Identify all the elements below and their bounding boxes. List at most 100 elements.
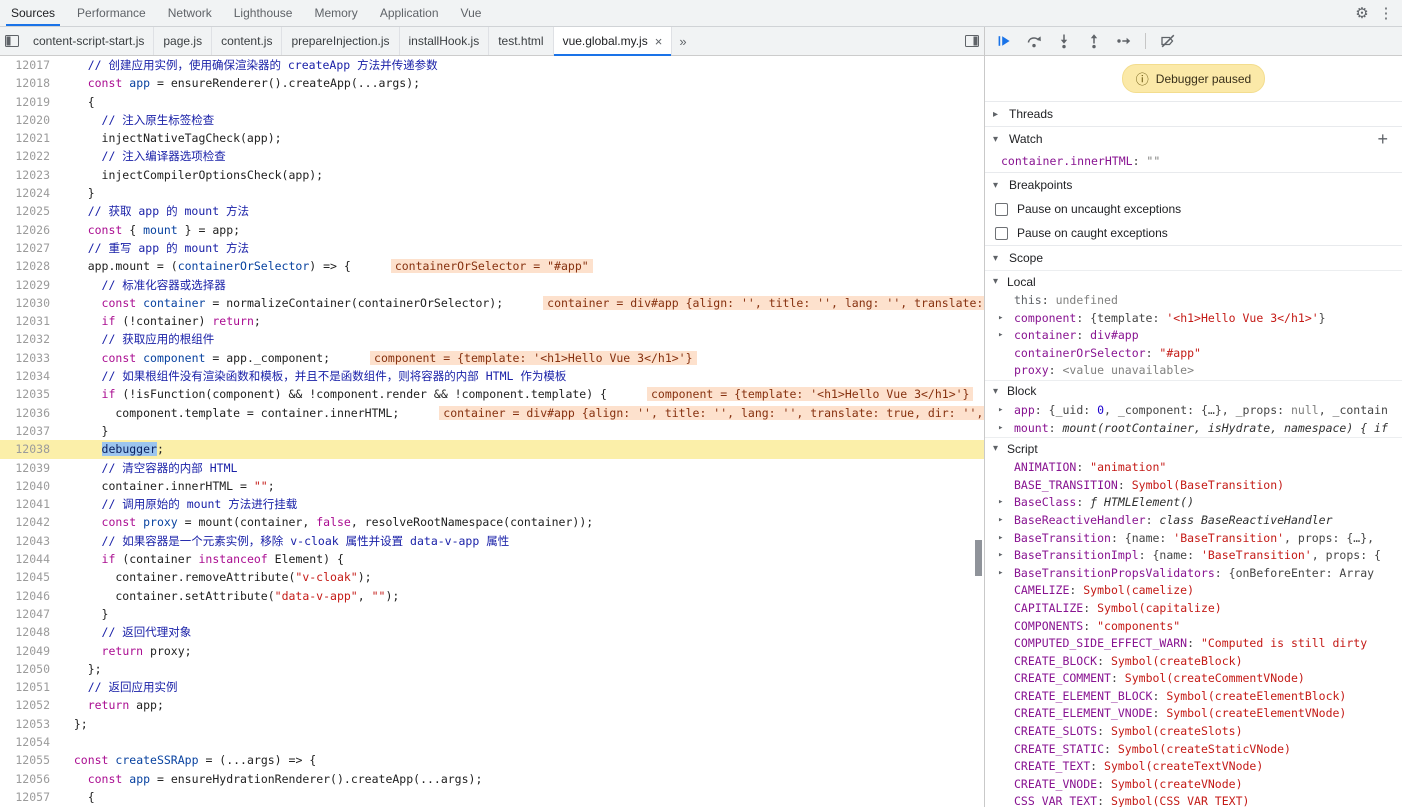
scope-item[interactable]: ▸container: div#app (985, 327, 1402, 345)
expand-arrow-icon[interactable]: ▸ (998, 310, 1003, 328)
add-watch-expression-button[interactable]: + (1377, 130, 1394, 148)
scope-item[interactable]: this: undefined (985, 292, 1402, 310)
scope-item[interactable]: CREATE_STATIC: Symbol(createStaticVNode) (985, 741, 1402, 759)
line-number[interactable]: 12033 (0, 349, 60, 367)
scope-item[interactable]: CREATE_VNODE: Symbol(createVNode) (985, 776, 1402, 794)
scope-item[interactable]: ▸app: {_uid: 0, _component: {…}, _props:… (985, 402, 1402, 420)
scope-group-block[interactable]: ▾Block (985, 380, 1402, 402)
line-number[interactable]: 12047 (0, 605, 60, 623)
step-into-button[interactable] (1050, 29, 1077, 53)
resume-script-button[interactable] (990, 29, 1017, 53)
scope-item[interactable]: ▸BaseTransition: {name: 'BaseTransition'… (985, 530, 1402, 548)
line-number[interactable]: 12050 (0, 660, 60, 678)
settings-gear-icon[interactable]: ⚙ (1350, 1, 1374, 25)
main-tab-sources[interactable]: Sources (0, 0, 66, 26)
line-number[interactable]: 12042 (0, 513, 60, 531)
file-tab[interactable]: installHook.js (400, 27, 490, 55)
main-tab-network[interactable]: Network (157, 0, 223, 26)
line-number[interactable]: 12020 (0, 111, 60, 129)
scope-item[interactable]: CSS_VAR_TEXT: Symbol(CSS_VAR_TEXT) (985, 793, 1402, 807)
scope-item[interactable]: ▸BaseReactiveHandler: class BaseReactive… (985, 512, 1402, 530)
scope-item[interactable]: CREATE_SLOTS: Symbol(createSlots) (985, 723, 1402, 741)
line-number[interactable]: 12048 (0, 623, 60, 641)
checkbox-0[interactable] (995, 203, 1008, 216)
scope-item[interactable]: CREATE_TEXT: Symbol(createTextVNode) (985, 758, 1402, 776)
line-number[interactable]: 12017 (0, 56, 60, 74)
line-number[interactable]: 12035 (0, 385, 60, 403)
line-number[interactable]: 12026 (0, 221, 60, 239)
main-tab-memory[interactable]: Memory (303, 0, 368, 26)
scope-item[interactable]: COMPONENTS: "components" (985, 618, 1402, 636)
line-number[interactable]: 12049 (0, 642, 60, 660)
line-number[interactable]: 12036 (0, 404, 60, 422)
line-number[interactable]: 12043 (0, 532, 60, 550)
watch-section-header[interactable]: ▾ Watch + (985, 126, 1402, 151)
scope-item[interactable]: ▸BaseTransitionImpl: {name: 'BaseTransit… (985, 547, 1402, 565)
line-number[interactable]: 12044 (0, 550, 60, 568)
line-number[interactable]: 12054 (0, 733, 60, 751)
breakpoints-section-header[interactable]: ▾ Breakpoints (985, 172, 1402, 197)
line-number[interactable]: 12019 (0, 93, 60, 111)
threads-section-header[interactable]: ▸ Threads (985, 101, 1402, 126)
more-options-menu-icon[interactable]: ⋮ (1374, 1, 1398, 25)
scope-item[interactable]: CREATE_ELEMENT_BLOCK: Symbol(createEleme… (985, 688, 1402, 706)
scope-group-script[interactable]: ▾Script (985, 437, 1402, 459)
scope-item[interactable]: ▸component: {template: '<h1>Hello Vue 3<… (985, 310, 1402, 328)
line-number[interactable]: 12041 (0, 495, 60, 513)
line-number[interactable]: 12046 (0, 587, 60, 605)
file-tab[interactable]: vue.global.my.js× (554, 27, 673, 55)
line-number[interactable]: 12037 (0, 422, 60, 440)
line-number[interactable]: 12021 (0, 129, 60, 147)
line-number[interactable]: 12023 (0, 166, 60, 184)
scope-item[interactable]: BASE_TRANSITION: Symbol(BaseTransition) (985, 477, 1402, 495)
checkbox-1[interactable] (995, 227, 1008, 240)
line-number[interactable]: 12056 (0, 770, 60, 788)
line-number[interactable]: 12031 (0, 312, 60, 330)
line-number[interactable]: 12057 (0, 788, 60, 806)
line-number[interactable]: 12022 (0, 147, 60, 165)
step-out-button[interactable] (1080, 29, 1107, 53)
main-tab-application[interactable]: Application (369, 0, 450, 26)
scope-item[interactable]: COMPUTED_SIDE_EFFECT_WARN: "Computed is … (985, 635, 1402, 653)
scope-item[interactable]: ▸BaseClass: ƒ HTMLElement() (985, 494, 1402, 512)
line-number[interactable]: 12051 (0, 678, 60, 696)
main-tab-vue[interactable]: Vue (450, 0, 493, 26)
file-tab[interactable]: page.js (154, 27, 212, 55)
expand-arrow-icon[interactable]: ▸ (998, 512, 1003, 530)
line-number[interactable]: 12029 (0, 276, 60, 294)
file-tab[interactable]: content-script-start.js (24, 27, 154, 55)
deactivate-breakpoints-button[interactable] (1154, 29, 1181, 53)
main-tab-performance[interactable]: Performance (66, 0, 157, 26)
line-number[interactable]: 12040 (0, 477, 60, 495)
step-over-button[interactable] (1020, 29, 1047, 53)
line-number[interactable]: 12018 (0, 74, 60, 92)
step-button[interactable] (1110, 29, 1137, 53)
scope-item[interactable]: CREATE_COMMENT: Symbol(createCommentVNod… (985, 670, 1402, 688)
expand-arrow-icon[interactable]: ▸ (998, 327, 1003, 345)
expand-arrow-icon[interactable]: ▸ (998, 565, 1003, 583)
watch-expression[interactable]: container.innerHTML: "" (985, 151, 1402, 172)
scope-group-local[interactable]: ▾Local (985, 270, 1402, 292)
expand-arrow-icon[interactable]: ▸ (998, 530, 1003, 548)
scope-item[interactable]: CAPITALIZE: Symbol(capitalize) (985, 600, 1402, 618)
scope-item[interactable]: ANIMATION: "animation" (985, 459, 1402, 477)
scope-item[interactable]: CREATE_ELEMENT_VNODE: Symbol(createEleme… (985, 705, 1402, 723)
scope-item[interactable]: CAMELIZE: Symbol(camelize) (985, 582, 1402, 600)
line-number[interactable]: 12038 (0, 440, 60, 458)
scope-section-header[interactable]: ▾ Scope (985, 245, 1402, 270)
line-number[interactable]: 12053 (0, 715, 60, 733)
file-tab[interactable]: test.html (489, 27, 553, 55)
code-editor[interactable]: 12017 // 创建应用实例，使用确保渲染器的 createApp 方法并传递… (0, 56, 984, 807)
more-tabs-chevron[interactable]: » (672, 27, 693, 55)
line-number[interactable]: 12032 (0, 330, 60, 348)
line-number[interactable]: 12028 (0, 257, 60, 275)
line-number[interactable]: 12045 (0, 568, 60, 586)
main-tab-lighthouse[interactable]: Lighthouse (223, 0, 304, 26)
expand-arrow-icon[interactable]: ▸ (998, 402, 1003, 420)
expand-arrow-icon[interactable]: ▸ (998, 547, 1003, 565)
toggle-navigator-icon[interactable] (0, 29, 24, 53)
scope-item[interactable]: proxy: <value unavailable> (985, 362, 1402, 380)
expand-arrow-icon[interactable]: ▸ (998, 420, 1003, 438)
line-number[interactable]: 12030 (0, 294, 60, 312)
editor-scrollbar-thumb[interactable] (975, 540, 982, 576)
